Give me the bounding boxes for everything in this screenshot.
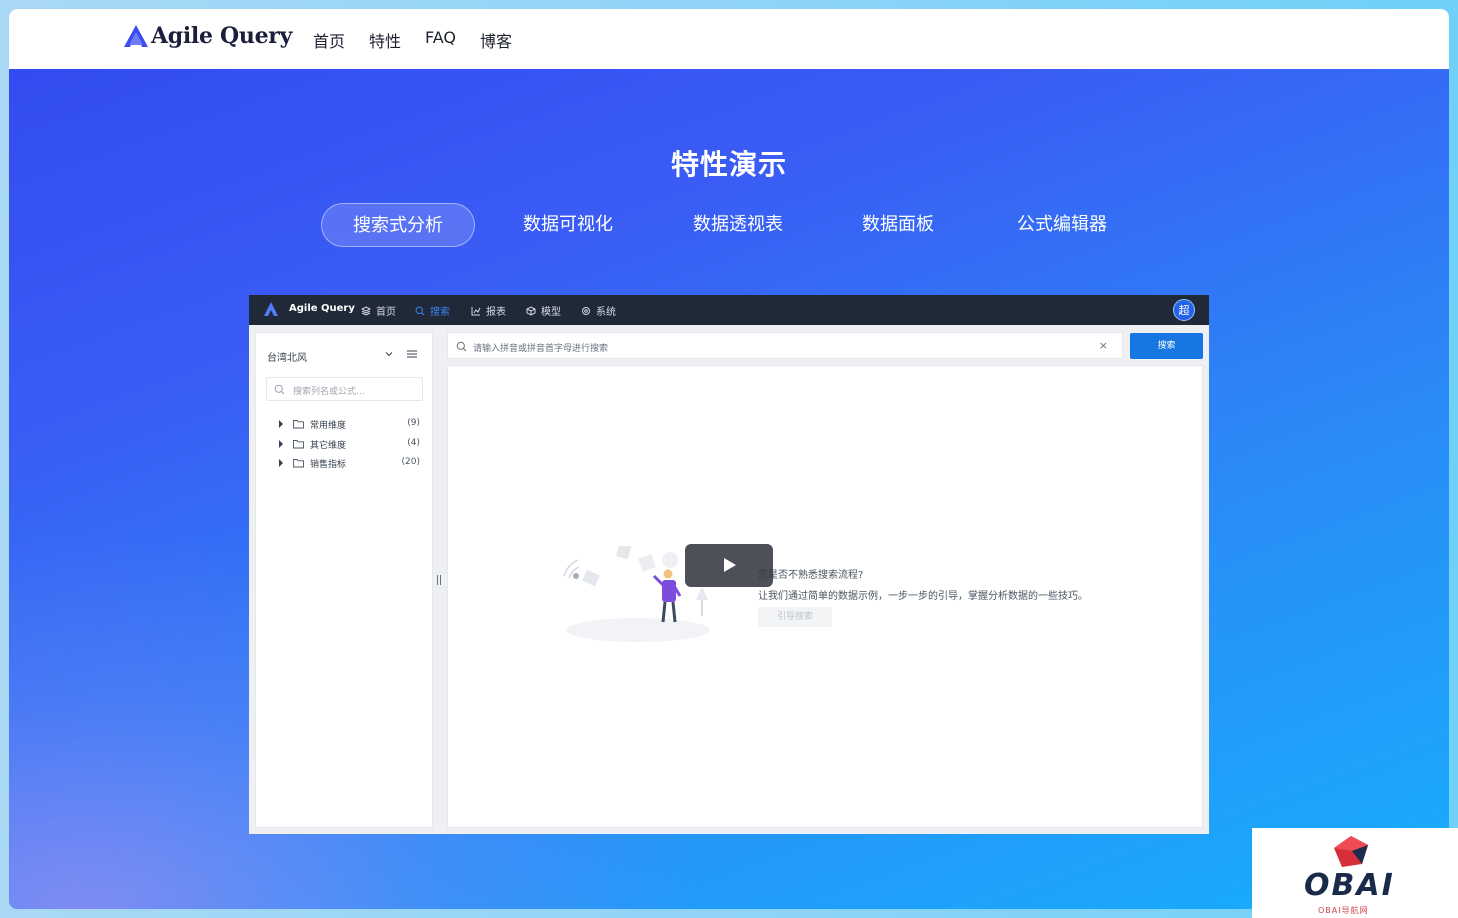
- folder-icon: [293, 420, 304, 429]
- gear-icon: [582, 306, 590, 315]
- app-sidebar: 台湾北风 搜索列名或公式... 常用维度 (9) 其它维度 (4) 销售指标 (…: [255, 332, 433, 828]
- guided-search-button[interactable]: 引导搜索: [758, 607, 832, 627]
- tree-item-label: 销售指标: [310, 460, 347, 470]
- feature-tab-search-analysis[interactable]: 搜索式分析: [321, 203, 475, 247]
- tree-item-count: (20): [401, 457, 420, 467]
- tree-item-count: (9): [407, 418, 420, 428]
- resize-handle[interactable]: [437, 575, 441, 585]
- brand-logo-icon: [124, 25, 148, 47]
- empty-state-description: 让我们通过简单的数据示例，一步一步的引导，掌握分析数据的一些技巧。: [758, 591, 1088, 602]
- brand-name: Agile Query: [151, 23, 293, 49]
- tree-item[interactable]: 常用维度 (9): [278, 417, 424, 433]
- watermark-badge: OBAI OBAI导航网: [1252, 828, 1458, 918]
- watermark-subtitle: OBAI导航网: [1318, 906, 1369, 915]
- sidebar-search-input[interactable]: 搜索列名或公式...: [266, 377, 423, 401]
- caret-right-icon[interactable]: [278, 420, 284, 428]
- chart-icon: [471, 306, 481, 315]
- feature-tab-data-visualization[interactable]: 数据可视化: [491, 203, 645, 247]
- brand[interactable]: Agile Query: [123, 23, 292, 49]
- tree-item[interactable]: 销售指标 (20): [278, 456, 424, 472]
- tree-item[interactable]: 其它维度 (4): [278, 437, 424, 453]
- folder-icon: [293, 459, 304, 468]
- nav-links: 首页 特性 FAQ 博客: [313, 28, 512, 52]
- app-menu-home[interactable]: 首页: [361, 303, 396, 318]
- caret-right-icon[interactable]: [278, 440, 284, 448]
- watermark-text: OBAI: [1304, 868, 1395, 903]
- play-button[interactable]: [685, 544, 773, 587]
- cube-icon: [526, 305, 536, 316]
- app-menu-models-label: 模型: [541, 307, 561, 318]
- app-name: Agile Query: [289, 303, 355, 314]
- menu-icon[interactable]: [406, 348, 418, 360]
- clear-icon[interactable]: ×: [1099, 339, 1108, 352]
- nav-link-faq[interactable]: FAQ: [425, 28, 456, 52]
- tree-item-label: 其它维度: [310, 441, 347, 451]
- feature-tab-dashboard[interactable]: 数据面板: [833, 203, 963, 247]
- hero-title: 特性演示: [670, 148, 787, 181]
- nav-link-features[interactable]: 特性: [369, 28, 401, 52]
- empty-state-title: 您是否不熟悉搜索流程?: [758, 570, 864, 581]
- top-navigation: Agile Query 首页 特性 FAQ 博客: [9, 9, 1449, 69]
- tree-item-label: 常用维度: [310, 421, 347, 431]
- caret-right-icon[interactable]: [278, 459, 284, 467]
- results-panel: 您是否不熟悉搜索流程? 让我们通过简单的数据示例，一步一步的引导，掌握分析数据的…: [447, 365, 1203, 828]
- app-menu-home-label: 首页: [376, 307, 396, 318]
- feature-tab-formula-editor[interactable]: 公式编辑器: [985, 203, 1139, 247]
- app-logo-icon: [264, 302, 278, 316]
- nav-link-home[interactable]: 首页: [313, 28, 345, 52]
- main-search-placeholder: 请输入拼音或拼音首字母进行搜索: [473, 344, 609, 354]
- layers-icon: [361, 305, 371, 316]
- app-menu-reports[interactable]: 报表: [471, 303, 506, 318]
- search-button[interactable]: 搜索: [1130, 333, 1203, 359]
- user-avatar[interactable]: 超: [1173, 299, 1195, 321]
- app-menu-search-label: 搜索: [430, 307, 450, 318]
- play-icon: [724, 558, 736, 572]
- sidebar-search-placeholder: 搜索列名或公式...: [293, 387, 365, 397]
- cube-logo-icon: [1334, 836, 1368, 867]
- app-top-bar: Agile Query 首页 搜索 报表 模型 系统 超: [249, 295, 1209, 325]
- tree-item-count: (4): [407, 438, 420, 448]
- main-search-input[interactable]: 请输入拼音或拼音首字母进行搜索 ×: [447, 332, 1123, 359]
- app-menu-search[interactable]: 搜索: [415, 303, 450, 318]
- search-icon: [274, 384, 285, 395]
- dataset-title[interactable]: 台湾北风: [267, 349, 307, 364]
- search-icon: [456, 341, 467, 352]
- app-menu-system[interactable]: 系统: [581, 303, 616, 318]
- page-frame: Agile Query 首页 特性 FAQ 博客 特性演示 搜索式分析 数据可视…: [9, 9, 1449, 909]
- app-menu-system-label: 系统: [596, 307, 616, 318]
- chevron-down-icon[interactable]: [384, 349, 394, 359]
- folder-icon: [293, 440, 304, 449]
- search-icon: [415, 306, 425, 315]
- nav-link-blog[interactable]: 博客: [480, 28, 512, 52]
- feature-tab-pivot-table[interactable]: 数据透视表: [661, 203, 815, 247]
- app-menu-models[interactable]: 模型: [526, 303, 561, 318]
- app-menu-reports-label: 报表: [486, 307, 506, 318]
